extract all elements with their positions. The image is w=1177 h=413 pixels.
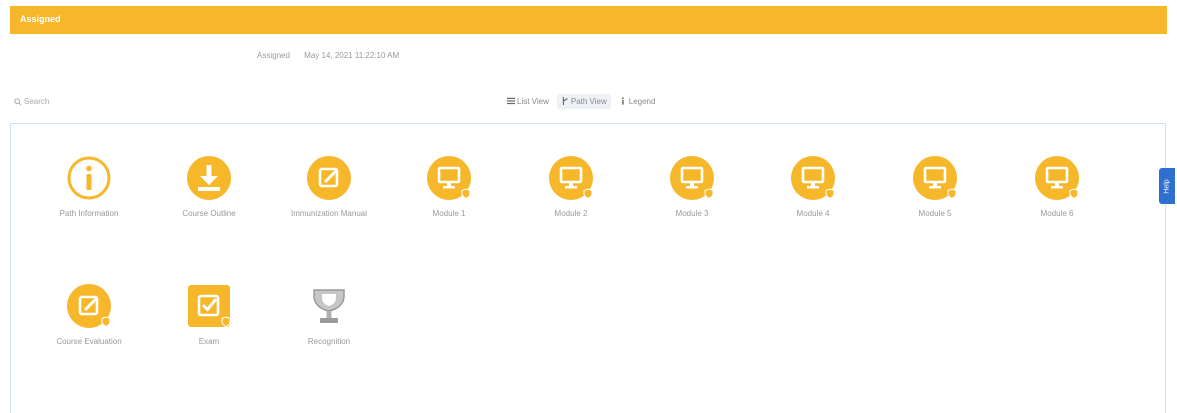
trophy-icon: [313, 289, 345, 323]
path-item-module-1[interactable]: Module 1: [399, 154, 499, 220]
path-item-label: Module 6: [1040, 209, 1074, 218]
path-icon: [562, 97, 568, 105]
list-view-label: List View: [517, 96, 549, 106]
path-item-module-5[interactable]: Module 5: [885, 154, 985, 220]
path-item-module-3[interactable]: Module 3: [642, 154, 742, 220]
path-item-label: Immunization Manual: [290, 209, 368, 218]
path-item-label: Module 5: [918, 209, 952, 218]
required-badge: [1069, 188, 1079, 200]
path-view-label: Path View: [570, 96, 607, 106]
assigned-date: May 14, 2021 11:22:10 AM: [304, 51, 400, 60]
path-item-label: Recognition: [307, 337, 351, 346]
required-badge: [583, 188, 593, 200]
monitor-icon: [549, 156, 593, 200]
path-item-label: Module 4: [796, 209, 830, 218]
path-item-label: Exam: [198, 337, 220, 346]
path-item-label: Module 1: [432, 209, 466, 218]
list-icon: [507, 97, 515, 105]
info-icon: [67, 156, 111, 200]
path-item-recognition[interactable]: Recognition: [279, 282, 379, 348]
path-item-label: Course Evaluation: [56, 337, 122, 346]
required-badge: [461, 188, 471, 200]
download-icon: [187, 156, 231, 200]
required-badge: [947, 188, 957, 200]
monitor-icon: [913, 156, 957, 200]
help-tab[interactable]: Help: [1159, 168, 1175, 204]
path-item-course-evaluation[interactable]: Course Evaluation: [39, 282, 139, 348]
edit-icon: [307, 156, 351, 200]
path-item-course-outline[interactable]: Course Outline: [159, 154, 259, 220]
path-item-exam[interactable]: Exam: [159, 282, 259, 348]
path-item-label: Module 3: [675, 209, 709, 218]
path-item-label: Course Outline: [182, 209, 236, 218]
assigned-label: Assigned: [257, 51, 290, 60]
required-badge: [704, 188, 714, 200]
path-item-immunization-manual[interactable]: Immunization Manual: [279, 154, 379, 220]
search-box[interactable]: Search: [14, 97, 49, 106]
legend-icon: [621, 97, 624, 105]
path-item-label: Module 2: [554, 209, 588, 218]
edit-icon: [67, 284, 111, 328]
header-title: Assigned: [20, 14, 61, 24]
view-toggle: List View Path View Legend: [503, 93, 659, 109]
path-view-button[interactable]: Path View: [556, 93, 611, 109]
required-badge: [101, 316, 111, 328]
monitor-icon: [1035, 156, 1079, 200]
path-item-path-information[interactable]: Path Information: [39, 154, 139, 220]
legend-label: Legend: [628, 96, 656, 106]
path-item-module-2[interactable]: Module 2: [521, 154, 621, 220]
search-placeholder: Search: [24, 97, 50, 106]
help-label: Help: [1163, 178, 1171, 194]
assigned-info: Assigned May 14, 2021 11:22:10 AM: [257, 51, 399, 60]
path-item-label: Path Information: [59, 209, 119, 218]
required-badge: [825, 188, 835, 200]
checkbox-icon: [188, 285, 231, 328]
required-badge: [221, 316, 231, 328]
monitor-icon: [427, 156, 471, 200]
list-view-button[interactable]: List View: [503, 94, 553, 109]
monitor-icon: [670, 156, 714, 200]
path-panel: Path Information Course Outline Immuniza…: [10, 123, 1166, 413]
monitor-icon: [791, 156, 835, 200]
path-item-module-4[interactable]: Module 4: [763, 154, 863, 220]
header-banner: Assigned: [10, 6, 1167, 34]
path-item-module-6[interactable]: Module 6: [1007, 154, 1107, 220]
search-icon: [14, 97, 22, 106]
legend-button[interactable]: Legend: [615, 94, 660, 109]
